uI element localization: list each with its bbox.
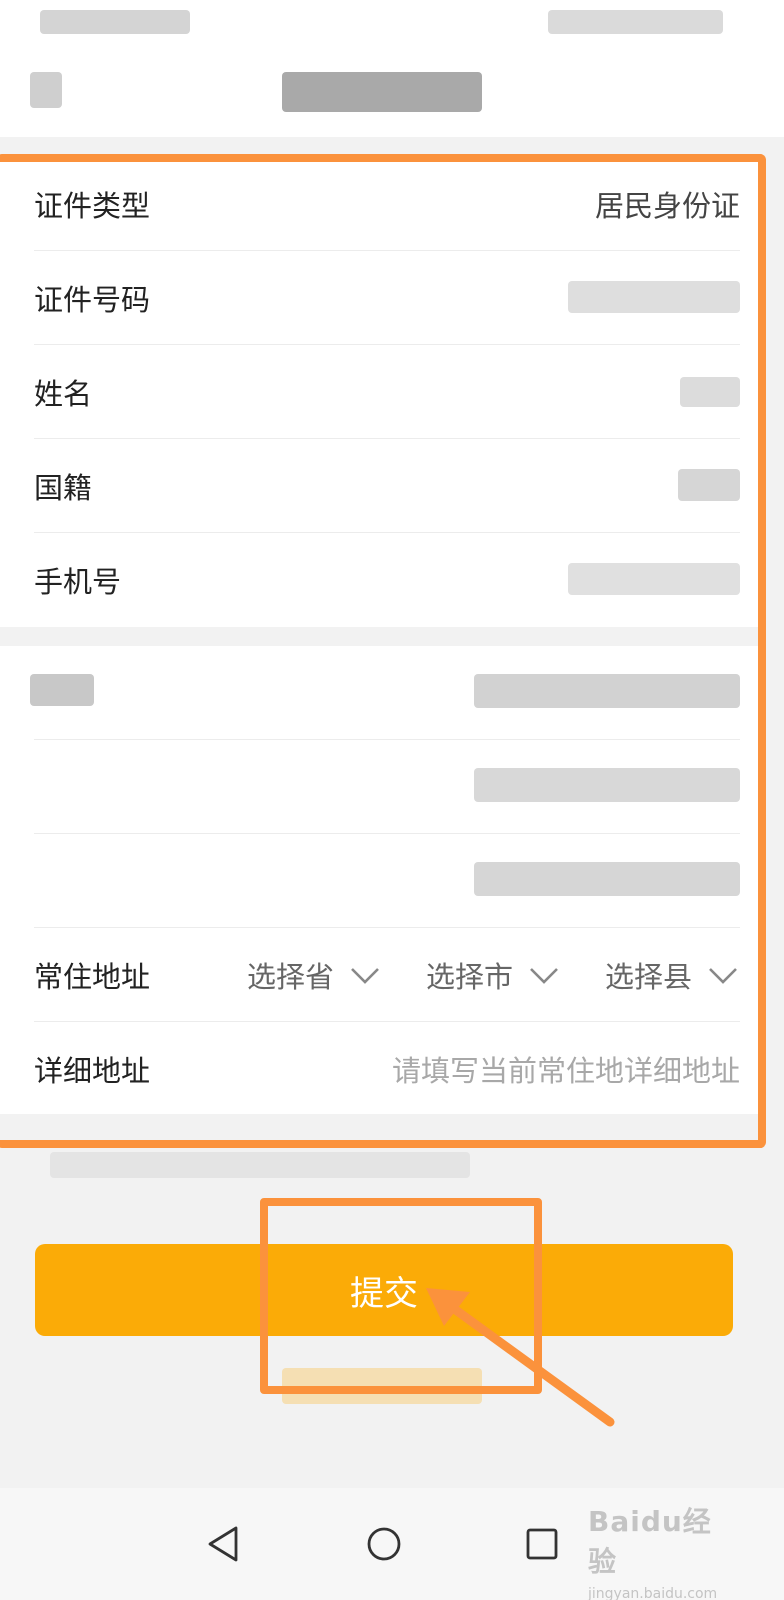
detail-address-input[interactable]: 请填写当前常住地详细地址 bbox=[392, 1048, 740, 1090]
nav-home-button[interactable] bbox=[348, 1508, 420, 1580]
province-select[interactable]: 选择省 bbox=[247, 954, 382, 996]
blurred-row-label bbox=[30, 674, 94, 706]
nav-back-button[interactable] bbox=[188, 1508, 260, 1580]
blurred-row-2[interactable] bbox=[34, 740, 740, 834]
blurred-row-value bbox=[474, 768, 740, 802]
blurred-row-3[interactable] bbox=[34, 834, 740, 928]
id-type-row[interactable]: 证件类型 居民身份证 bbox=[34, 157, 740, 251]
nationality-label: 国籍 bbox=[34, 471, 93, 505]
id-number-label: 证件号码 bbox=[34, 283, 151, 317]
back-triangle-icon bbox=[208, 1526, 238, 1562]
chevron-down-icon bbox=[709, 968, 737, 984]
phone-label: 手机号 bbox=[34, 565, 122, 599]
nationality-row[interactable]: 国籍 bbox=[34, 439, 740, 533]
phone-row[interactable]: 手机号 bbox=[34, 533, 740, 627]
blurred-id-number bbox=[568, 281, 740, 313]
city-select-text: 选择市 bbox=[425, 960, 513, 994]
county-select-text: 选择县 bbox=[604, 960, 692, 994]
chevron-down-icon bbox=[530, 968, 558, 984]
name-row[interactable]: 姓名 bbox=[34, 345, 740, 439]
id-type-label: 证件类型 bbox=[34, 189, 151, 223]
blurred-header-text bbox=[40, 10, 190, 34]
detail-address-row[interactable]: 详细地址 请填写当前常住地详细地址 bbox=[34, 1022, 740, 1116]
residence-address-row: 常住地址 选择省 选择市 选择县 bbox=[34, 928, 740, 1022]
nav-recents-button[interactable] bbox=[506, 1508, 578, 1580]
blurred-agreement-text bbox=[282, 1368, 482, 1404]
city-select[interactable]: 选择市 bbox=[426, 954, 561, 996]
submit-button[interactable]: 提交 bbox=[35, 1244, 733, 1336]
blurred-phone bbox=[568, 563, 740, 595]
blurred-row-value bbox=[474, 674, 740, 708]
blurred-row-value bbox=[474, 862, 740, 896]
home-circle-icon bbox=[367, 1527, 401, 1561]
blurred-name bbox=[680, 377, 740, 407]
recents-square-icon bbox=[526, 1528, 558, 1560]
blurred-header-text bbox=[548, 10, 723, 34]
back-icon[interactable] bbox=[30, 72, 62, 108]
watermark-url: jingyan.baidu.com bbox=[588, 1586, 718, 1600]
blurred-nationality bbox=[678, 469, 740, 501]
watermark-brand: Baidu经验 bbox=[588, 1505, 712, 1578]
detail-address-label: 详细地址 bbox=[34, 1054, 151, 1088]
region-selectors: 选择省 选择市 选择县 bbox=[247, 954, 740, 996]
residence-address-label: 常住地址 bbox=[34, 960, 151, 994]
id-type-value[interactable]: 居民身份证 bbox=[595, 183, 740, 225]
county-select[interactable]: 选择县 bbox=[605, 954, 740, 996]
top-header bbox=[0, 0, 784, 137]
id-number-row[interactable]: 证件号码 bbox=[34, 251, 740, 345]
province-select-text: 选择省 bbox=[246, 960, 334, 994]
blurred-note bbox=[50, 1152, 470, 1178]
blurred-page-title bbox=[282, 72, 482, 112]
address-card: 常住地址 选择省 选择市 选择县 详细地址 请填写当前常住地详细地址 bbox=[0, 646, 760, 1114]
baidu-watermark: Baidu经验 jingyan.baidu.com bbox=[588, 1500, 738, 1600]
identity-card: 证件类型 居民身份证 证件号码 姓名 国籍 手机号 bbox=[0, 157, 760, 627]
name-label: 姓名 bbox=[34, 377, 93, 411]
chevron-down-icon bbox=[351, 968, 379, 984]
blurred-row-1[interactable] bbox=[30, 646, 740, 740]
